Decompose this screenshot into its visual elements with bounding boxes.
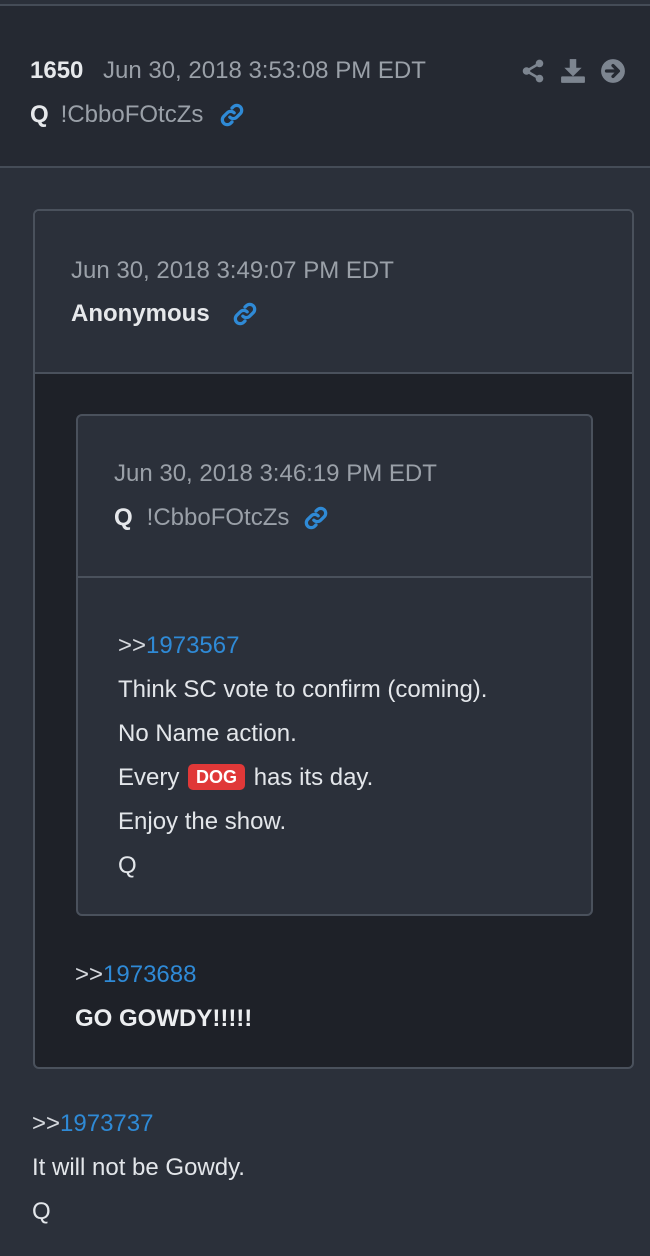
download-icon[interactable] [560, 58, 586, 84]
post-header: 1650 Jun 30, 2018 3:53:08 PM EDT Q !Cbbo… [0, 6, 650, 168]
reply-link[interactable]: 1973737 [60, 1110, 153, 1137]
link-icon[interactable] [303, 505, 329, 531]
body-line: Think SC vote to confirm (coming). [118, 676, 488, 703]
body-line: Q [118, 852, 137, 879]
quoted-post-q: Jun 30, 2018 3:46:19 PM EDT Q !CbboFOtcZ… [76, 414, 593, 916]
post-body: >>1973737 It will not be Gowdy. Q [32, 1102, 245, 1234]
post-number: 1650 [30, 57, 84, 84]
body-line: GO GOWDY!!!!! [75, 1005, 253, 1032]
nested-post-header: Jun 30, 2018 3:46:19 PM EDT Q !CbboFOtcZ… [78, 416, 591, 578]
tripcode: !CbboFOtcZs [60, 101, 204, 128]
body-line: Enjoy the show. [118, 808, 287, 835]
body-text: has its day. [247, 764, 374, 791]
nested-tripcode: !CbboFOtcZs [146, 504, 290, 531]
nested-author-name: Q [114, 504, 133, 531]
link-icon[interactable] [232, 301, 258, 327]
reply-link[interactable]: 1973567 [146, 632, 239, 659]
body-line: Q [32, 1198, 51, 1225]
reply-prefix: >> [118, 632, 147, 659]
share-icon[interactable] [520, 58, 546, 84]
link-icon[interactable] [219, 102, 245, 128]
reply-prefix: >> [75, 961, 104, 988]
body-text: Every [118, 764, 187, 791]
author-name: Q [30, 101, 49, 128]
post-author-line: Q !CbboFOtcZs [30, 101, 245, 129]
quoted-post-body: >>1973688 GO GOWDY!!!!! [75, 953, 252, 1041]
quoted-post-anonymous: Jun 30, 2018 3:49:07 PM EDT Anonymous Ju… [33, 209, 634, 1069]
post-actions [520, 58, 626, 84]
body-line: No Name action. [118, 720, 297, 747]
body-line-with-badge: Every DOG has its day. [118, 756, 487, 800]
reply-link[interactable]: 1973688 [103, 961, 196, 988]
body-line: It will not be Gowdy. [32, 1154, 245, 1181]
nested-post-author-line: Q !CbboFOtcZs [114, 504, 329, 532]
quoted-post-header: Jun 30, 2018 3:49:07 PM EDT Anonymous [35, 211, 632, 374]
quoted-reply-line: >>1973688 [75, 953, 252, 997]
quoted-post-author: Anonymous [71, 300, 210, 327]
nested-post-date: Jun 30, 2018 3:46:19 PM EDT [114, 460, 437, 487]
reply-prefix: >> [32, 1110, 61, 1137]
quoted-post-date: Jun 30, 2018 3:49:07 PM EDT [71, 257, 394, 284]
nested-reply-line: >>1973567 [118, 624, 487, 668]
arrow-right-circle-icon[interactable] [600, 58, 626, 84]
nested-post-body: >>1973567 Think SC vote to confirm (comi… [118, 624, 487, 888]
post-reply-line: >>1973737 [32, 1102, 245, 1146]
quoted-post-author-line: Anonymous [71, 300, 258, 328]
post-date: Jun 30, 2018 3:53:08 PM EDT [103, 57, 426, 84]
dog-badge: DOG [188, 763, 246, 790]
